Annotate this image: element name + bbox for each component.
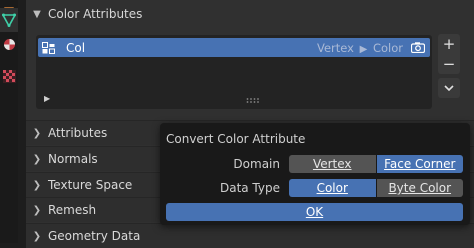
material-icon xyxy=(3,38,15,50)
domain-option-face-corner[interactable]: Face Corner xyxy=(376,155,463,173)
popup-title: Convert Color Attribute xyxy=(166,132,306,146)
add-attribute-button[interactable]: + xyxy=(438,34,460,54)
chevron-down-icon: ▼ xyxy=(33,8,41,20)
chevron-right-icon: ❯ xyxy=(32,204,42,216)
color-attributes-list[interactable]: Col Vertex ▶ Color ▶ xyxy=(36,35,432,109)
attribute-domain: Vertex xyxy=(316,40,354,55)
attribute-name[interactable]: Col xyxy=(66,41,85,55)
chevron-right-icon: ❯ xyxy=(32,127,42,139)
list-filter-toggle-icon[interactable]: ▶ xyxy=(44,94,50,103)
panel-title: Remesh xyxy=(48,203,97,217)
resize-grip-icon[interactable] xyxy=(246,98,260,103)
data-type-selector: Color Byte Color xyxy=(289,179,463,197)
chevron-right-icon: ❯ xyxy=(32,179,42,191)
domain-selector: Vertex Face Corner xyxy=(289,155,463,173)
data-type-option-color[interactable]: Color xyxy=(289,179,376,197)
panel-title: Normals xyxy=(48,152,98,166)
mesh-data-icon xyxy=(2,13,16,27)
tab-material[interactable] xyxy=(0,32,18,56)
panel-title: Color Attributes xyxy=(48,7,143,21)
properties-tab-strip xyxy=(0,0,18,243)
attribute-specials-menu-button[interactable] xyxy=(438,78,460,98)
convert-color-attribute-popup: Convert Color Attribute Domain Vertex Fa… xyxy=(160,123,470,225)
panel-title: Texture Space xyxy=(48,178,133,192)
minus-icon: − xyxy=(442,55,456,73)
domain-option-vertex[interactable]: Vertex xyxy=(289,155,376,173)
chevron-right-icon: ❯ xyxy=(32,153,42,165)
attribute-data-type: Color xyxy=(372,40,403,55)
attribute-domain-type: Vertex ▶ Color xyxy=(317,41,403,55)
list-item[interactable]: Col Vertex ▶ Color xyxy=(38,38,430,57)
domain-label: Domain xyxy=(233,157,280,171)
camera-render-icon[interactable] xyxy=(410,42,426,54)
play-right-icon: ▶ xyxy=(359,43,368,55)
panel-title: Attributes xyxy=(48,126,108,140)
tab-object-data[interactable] xyxy=(0,8,18,32)
texture-icon xyxy=(2,69,16,83)
remove-attribute-button[interactable]: − xyxy=(438,54,460,74)
color-attribute-icon xyxy=(42,41,56,54)
tab-texture[interactable] xyxy=(0,64,18,88)
data-type-option-byte-color[interactable]: Byte Color xyxy=(376,179,463,197)
ok-button[interactable]: OK xyxy=(166,203,463,221)
chevron-down-icon xyxy=(444,84,454,91)
plus-icon: + xyxy=(442,35,456,53)
chevron-right-icon: ❯ xyxy=(32,230,42,242)
color-attributes-panel-header[interactable]: ▼ Color Attributes xyxy=(26,2,474,26)
geometry-data-panel-header[interactable]: ❯ Geometry Data xyxy=(26,223,474,248)
data-type-label: Data Type xyxy=(219,181,280,195)
panel-title: Geometry Data xyxy=(48,229,141,243)
